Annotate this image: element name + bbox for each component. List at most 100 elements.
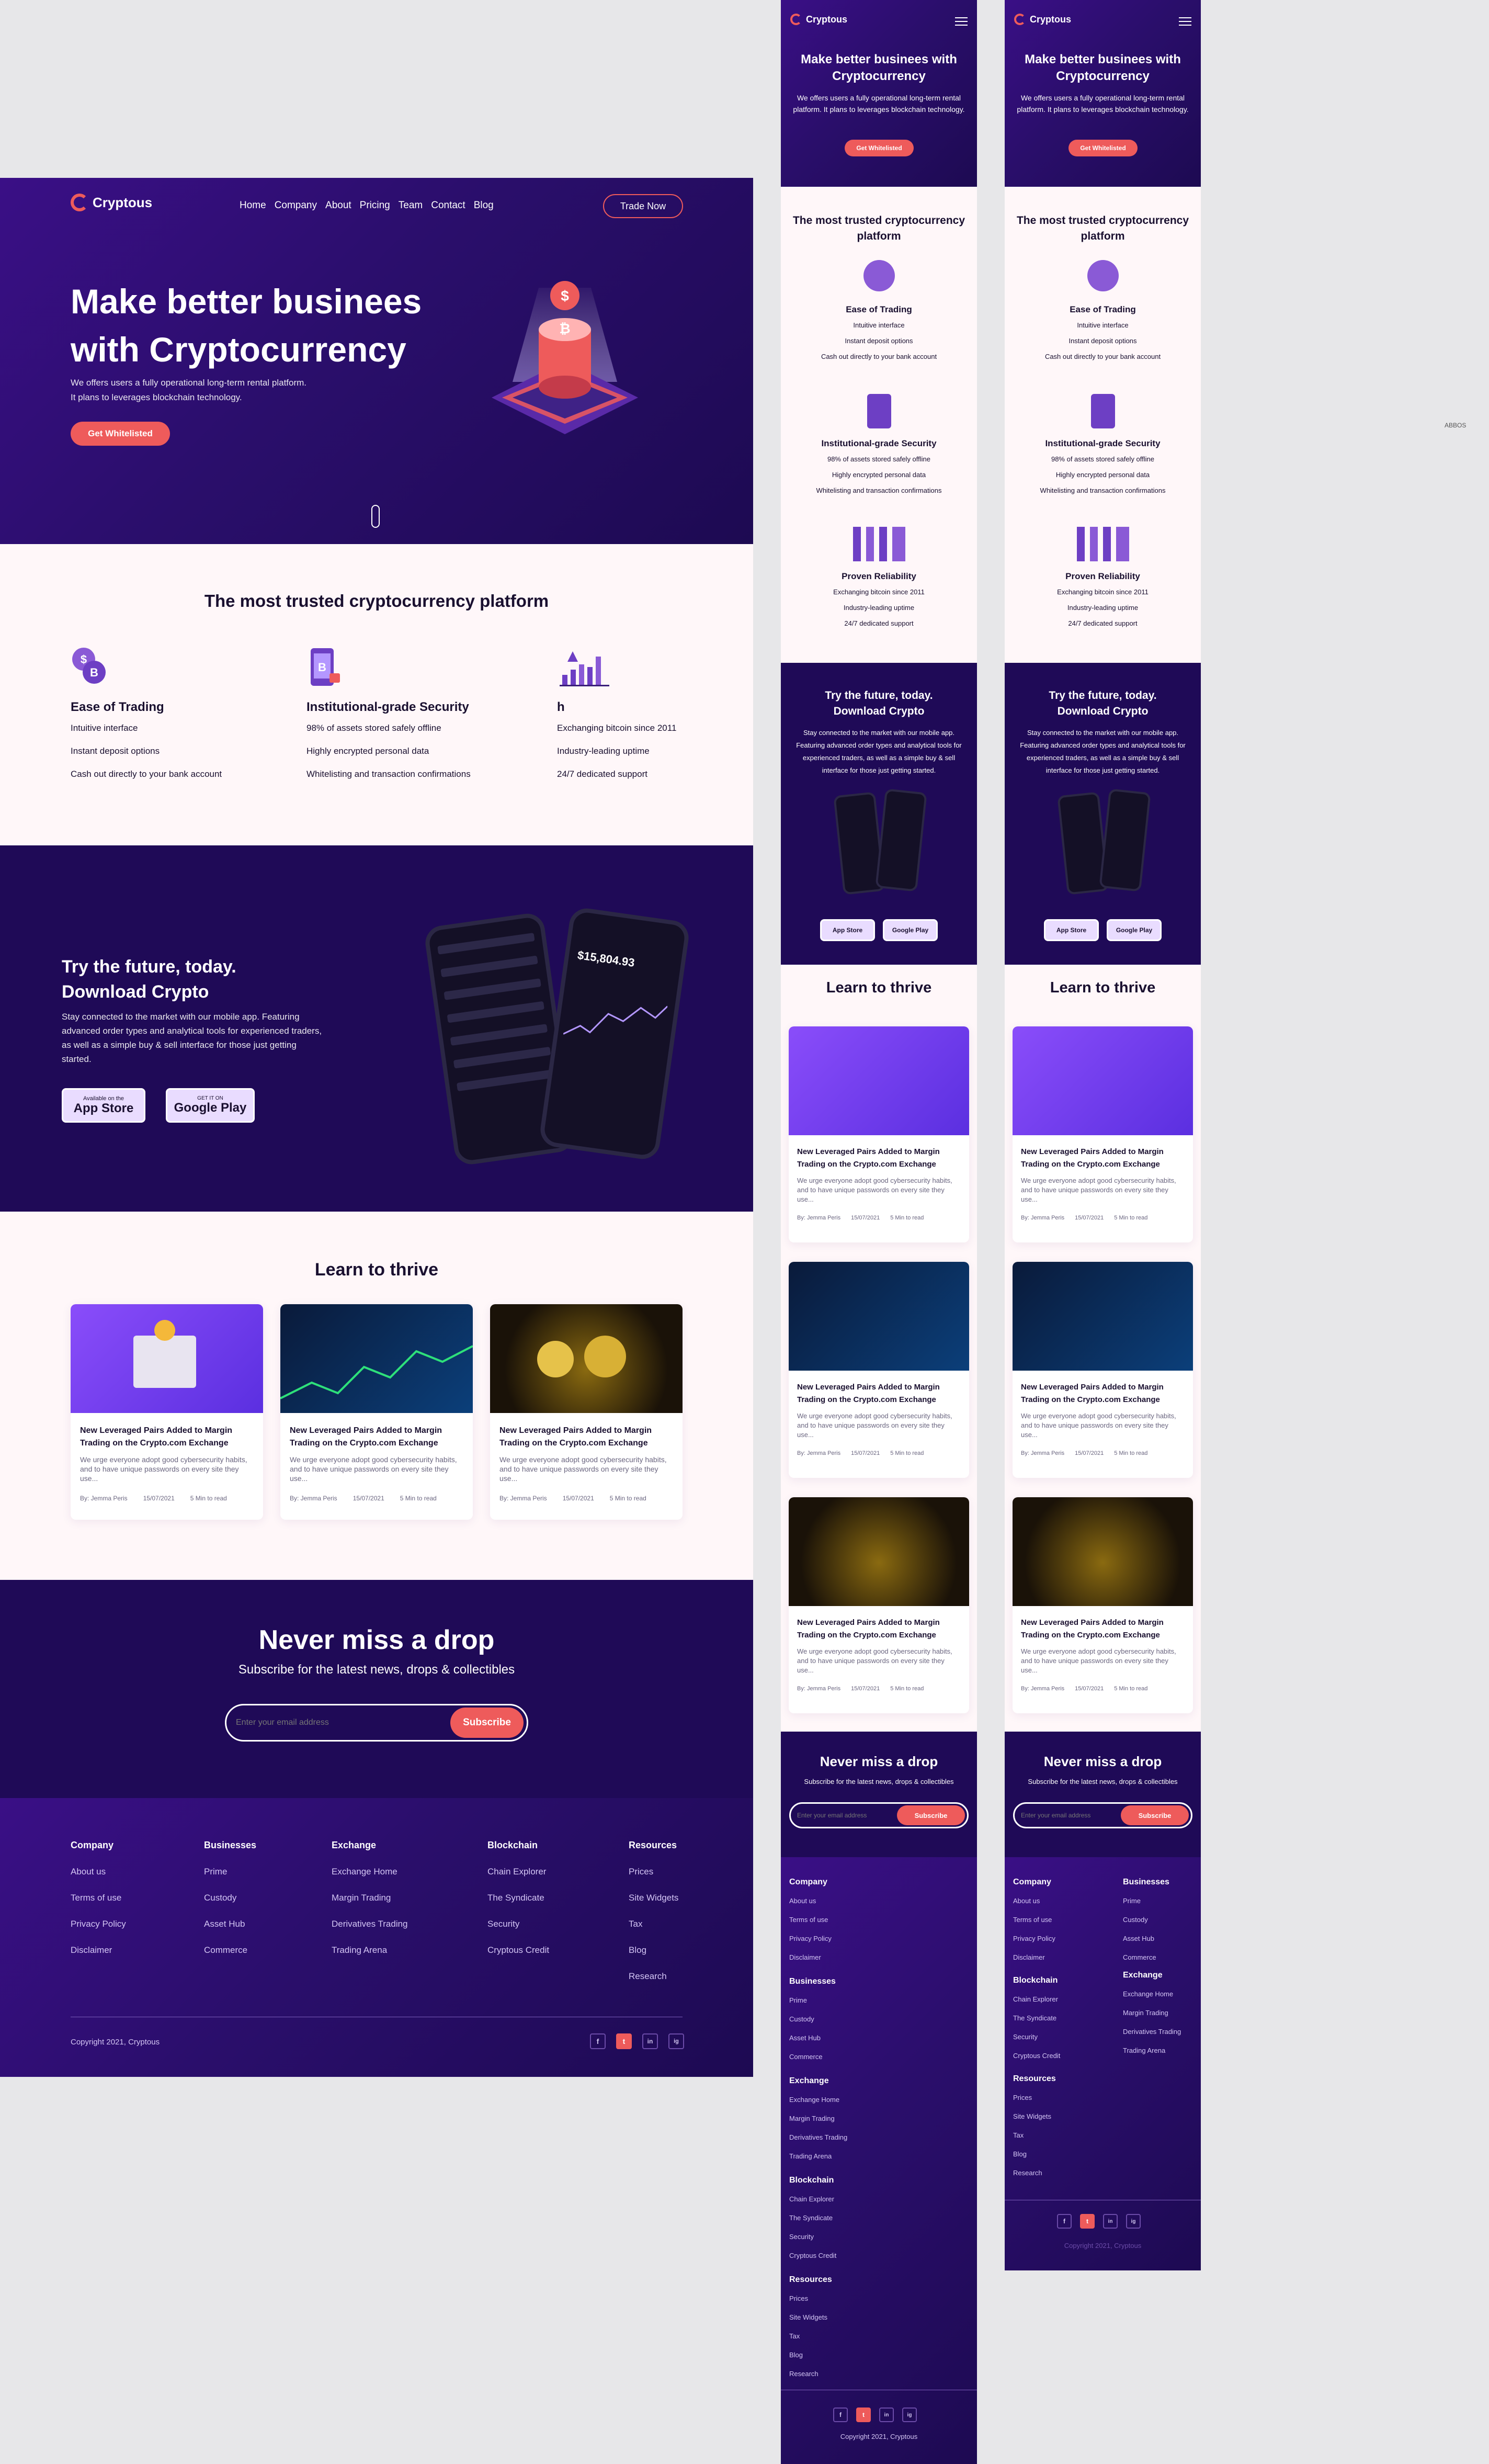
footer-link[interactable]: Blog — [789, 2346, 832, 2365]
linkedin-icon[interactable]: in — [879, 2408, 894, 2422]
footer-link[interactable]: Custody — [789, 2010, 836, 2029]
card-title[interactable]: New Leveraged Pairs Added to Margin Trad… — [290, 1425, 463, 1450]
nav-home[interactable]: Home — [240, 200, 266, 211]
footer-link[interactable]: Exchange Home — [332, 1867, 408, 1877]
blog-card[interactable]: New Leveraged Pairs Added to Margin Trad… — [1013, 1026, 1193, 1242]
app-store-button[interactable]: App Store — [820, 919, 875, 941]
nav-contact[interactable]: Contact — [431, 200, 465, 211]
footer-link[interactable]: Privacy Policy — [71, 1919, 126, 1929]
hamburger-menu-icon[interactable] — [955, 17, 968, 26]
blog-card[interactable]: New Leveraged Pairs Added to Margin Trad… — [789, 1026, 969, 1242]
footer-link[interactable]: Disclaimer — [71, 1945, 126, 1956]
card-title[interactable]: New Leveraged Pairs Added to Margin Trad… — [80, 1425, 254, 1450]
footer-link[interactable]: Derivatives Trading — [332, 1919, 408, 1929]
get-whitelisted-button[interactable]: Get Whitelisted — [1069, 140, 1138, 156]
nav-blog[interactable]: Blog — [474, 200, 494, 211]
footer-link[interactable]: The Syndicate — [789, 2209, 836, 2228]
footer-link[interactable]: Terms of use — [1013, 1911, 1055, 1929]
footer-link[interactable]: Research — [1013, 2164, 1056, 2183]
footer-link[interactable]: Asset Hub — [1123, 1929, 1169, 1948]
footer-link[interactable]: Security — [1013, 2028, 1060, 2047]
nav-pricing[interactable]: Pricing — [360, 200, 390, 211]
footer-link[interactable]: Margin Trading — [1123, 2004, 1181, 2022]
footer-link[interactable]: About us — [71, 1867, 126, 1877]
footer-link[interactable]: Privacy Policy — [789, 1929, 832, 1948]
footer-link[interactable]: Blog — [1013, 2145, 1056, 2164]
footer-link[interactable]: Derivatives Trading — [789, 2128, 847, 2147]
google-play-button[interactable]: Google Play — [1107, 919, 1162, 941]
instagram-icon[interactable]: ig — [668, 2033, 684, 2049]
blog-card[interactable]: New Leveraged Pairs Added to Margin Trad… — [71, 1304, 263, 1520]
blog-card[interactable]: New Leveraged Pairs Added to Margin Trad… — [789, 1497, 969, 1713]
brand-logo[interactable]: Cryptous — [1014, 14, 1071, 25]
facebook-icon[interactable]: f — [590, 2033, 606, 2049]
facebook-icon[interactable]: f — [1057, 2214, 1072, 2229]
footer-link[interactable]: Chain Explorer — [789, 2190, 836, 2209]
footer-link[interactable]: Prices — [629, 1867, 678, 1877]
footer-link[interactable]: About us — [789, 1892, 832, 1911]
footer-link[interactable]: Asset Hub — [789, 2029, 836, 2048]
subscribe-button[interactable]: Subscribe — [897, 1805, 965, 1825]
footer-link[interactable]: Site Widgets — [789, 2308, 832, 2327]
footer-link[interactable]: Chain Explorer — [487, 1867, 549, 1877]
footer-link[interactable]: Exchange Home — [789, 2090, 847, 2109]
footer-link[interactable]: Site Widgets — [629, 1893, 678, 1903]
footer-link[interactable]: Security — [487, 1919, 549, 1929]
footer-link[interactable]: Chain Explorer — [1013, 1990, 1060, 2009]
scroll-indicator-icon[interactable] — [371, 505, 380, 528]
footer-link[interactable]: Tax — [1013, 2126, 1056, 2145]
email-input[interactable] — [1021, 1812, 1120, 1819]
footer-link[interactable]: Prime — [204, 1867, 256, 1877]
twitter-icon[interactable]: t — [616, 2033, 632, 2049]
footer-link[interactable]: Security — [789, 2228, 836, 2246]
app-store-button[interactable]: Available on the App Store — [62, 1088, 145, 1123]
email-input[interactable] — [236, 1718, 435, 1727]
email-input[interactable] — [797, 1812, 896, 1819]
app-store-button[interactable]: App Store — [1044, 919, 1099, 941]
blog-card[interactable]: New Leveraged Pairs Added to Margin Trad… — [1013, 1262, 1193, 1478]
brand-logo[interactable]: Cryptous — [71, 194, 152, 211]
subscribe-button[interactable]: Subscribe — [1121, 1805, 1189, 1825]
footer-link[interactable]: About us — [1013, 1892, 1055, 1911]
nav-company[interactable]: Company — [275, 200, 317, 211]
brand-logo[interactable]: Cryptous — [790, 14, 847, 25]
blog-card[interactable]: New Leveraged Pairs Added to Margin Trad… — [490, 1304, 683, 1520]
footer-link[interactable]: Tax — [789, 2327, 832, 2346]
footer-link[interactable]: Custody — [1123, 1911, 1169, 1929]
footer-link[interactable]: Terms of use — [789, 1911, 832, 1929]
footer-link[interactable]: Commerce — [204, 1945, 256, 1956]
footer-link[interactable]: Cryptous Credit — [1013, 2047, 1060, 2065]
footer-link[interactable]: Commerce — [1123, 1948, 1169, 1967]
footer-link[interactable]: The Syndicate — [487, 1893, 549, 1903]
footer-link[interactable]: Prices — [789, 2289, 832, 2308]
instagram-icon[interactable]: ig — [902, 2408, 917, 2422]
linkedin-icon[interactable]: in — [642, 2033, 658, 2049]
footer-link[interactable]: Tax — [629, 1919, 678, 1929]
footer-link[interactable]: Custody — [204, 1893, 256, 1903]
nav-team[interactable]: Team — [399, 200, 423, 211]
footer-link[interactable]: Site Widgets — [1013, 2107, 1056, 2126]
footer-link[interactable]: Prices — [1013, 2088, 1056, 2107]
footer-link[interactable]: Derivatives Trading — [1123, 2022, 1181, 2041]
footer-link[interactable]: Terms of use — [71, 1893, 126, 1903]
footer-link[interactable]: Blog — [629, 1945, 678, 1956]
footer-link[interactable]: Disclaimer — [1013, 1948, 1055, 1967]
blog-card[interactable]: New Leveraged Pairs Added to Margin Trad… — [789, 1262, 969, 1478]
footer-link[interactable]: Prime — [789, 1991, 836, 2010]
footer-link[interactable]: Cryptous Credit — [487, 1945, 549, 1956]
footer-link[interactable]: Prime — [1123, 1892, 1169, 1911]
twitter-icon[interactable]: t — [856, 2408, 871, 2422]
get-whitelisted-button[interactable]: Get Whitelisted — [845, 140, 914, 156]
footer-link[interactable]: Exchange Home — [1123, 1985, 1181, 2004]
twitter-icon[interactable]: t — [1080, 2214, 1095, 2229]
footer-link[interactable]: Trading Arena — [789, 2147, 847, 2166]
footer-link[interactable]: The Syndicate — [1013, 2009, 1060, 2028]
footer-link[interactable]: Trading Arena — [1123, 2041, 1181, 2060]
nav-about[interactable]: About — [325, 200, 351, 211]
footer-link[interactable]: Privacy Policy — [1013, 1929, 1055, 1948]
footer-link[interactable]: Research — [629, 1971, 678, 1982]
blog-card[interactable]: New Leveraged Pairs Added to Margin Trad… — [1013, 1497, 1193, 1713]
trade-now-button[interactable]: Trade Now — [603, 194, 683, 218]
footer-link[interactable]: Research — [789, 2365, 832, 2383]
google-play-button[interactable]: Google Play — [883, 919, 938, 941]
